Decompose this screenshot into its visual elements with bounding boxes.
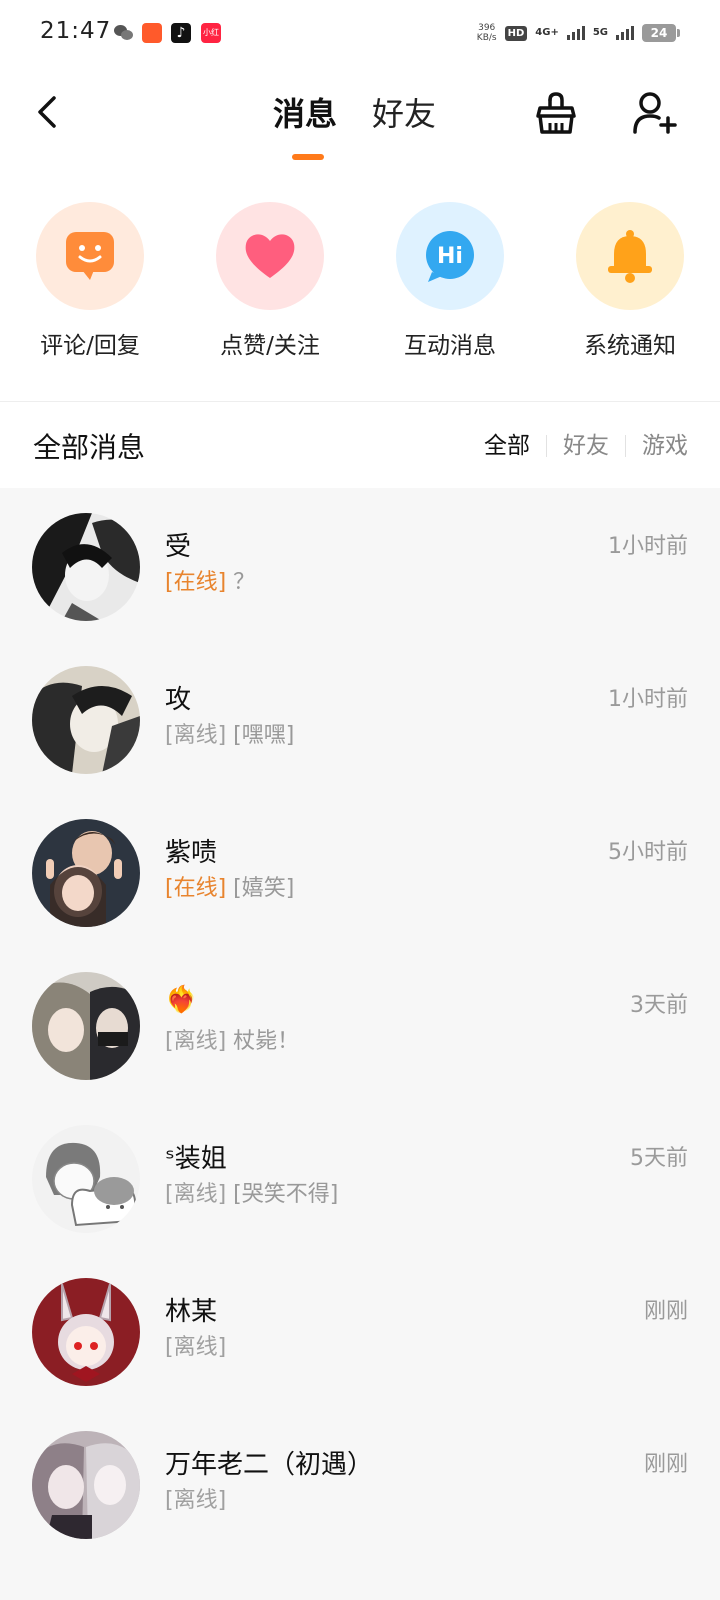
add-friend-icon[interactable] — [632, 90, 678, 136]
section-title: 全部消息 — [33, 431, 146, 464]
message-preview: [离线] [哭笑不得] — [165, 1176, 338, 1208]
last-message: [嬉笑] — [233, 876, 295, 901]
contact-name: 受 — [165, 532, 192, 562]
avatar[interactable] — [32, 972, 140, 1080]
contact-name: 万年老二（初遇） — [165, 1450, 374, 1480]
back-arrow-icon[interactable] — [30, 92, 66, 132]
message-preview: [在线] [嬉笑] — [165, 870, 294, 902]
avatar[interactable] — [32, 1278, 140, 1386]
xiaohongshu-notification-icon: 小红书 — [201, 23, 221, 57]
conversation-row[interactable]: ❤‍🔥 [离线] 杖毙！ 3天前 — [0, 947, 720, 1103]
conversation-row[interactable]: 紫啧 [在线] [嬉笑] 5小时前 — [0, 794, 720, 950]
conversation-row[interactable]: ˢ装姐 [离线] [哭笑不得] 5天前 — [0, 1100, 720, 1256]
active-tab-indicator — [292, 154, 324, 160]
offline-status: [离线] — [165, 1029, 227, 1054]
message-time: 刚刚 — [643, 1452, 688, 1477]
online-status: [在线] — [165, 876, 227, 901]
quick-entry-label: 互动消息 — [404, 333, 496, 359]
message-time: 5小时前 — [608, 840, 688, 865]
offline-status: [离线] — [165, 1488, 227, 1513]
top-nav: 消息 好友 — [0, 64, 720, 174]
signal-icon-2 — [616, 26, 634, 40]
message-preview: [离线] 杖毙！ — [165, 1023, 299, 1055]
message-filter: 全部 好友 游戏 — [468, 432, 688, 460]
avatar[interactable] — [32, 513, 140, 621]
message-preview: [离线] [嘿嘿] — [165, 717, 294, 749]
tab-messages[interactable]: 消息 — [273, 92, 337, 136]
bell-icon — [576, 202, 684, 310]
tab-friends[interactable]: 好友 — [372, 92, 436, 136]
quick-entry-label: 系统通知 — [584, 333, 676, 359]
avatar[interactable] — [32, 819, 140, 927]
message-preview: [离线] — [165, 1482, 226, 1514]
offline-status: [离线] — [165, 1335, 227, 1360]
message-time: 1小时前 — [608, 687, 688, 712]
message-time: 5天前 — [630, 1146, 688, 1171]
contact-name: 林某 — [165, 1297, 218, 1327]
avatar[interactable] — [32, 1431, 140, 1539]
status-time: 21:47 — [40, 18, 112, 44]
conversation-row[interactable]: 万年老二（初遇） [离线] 刚刚 — [0, 1406, 720, 1562]
avatar[interactable] — [32, 666, 140, 774]
messages-section-header: 全部消息 全部 好友 游戏 — [0, 402, 720, 488]
signal-icon — [566, 26, 585, 40]
conversation-row[interactable]: 受 [在线] ？ 1小时前 — [0, 488, 720, 644]
contact-name: ˢ装姐 — [165, 1144, 227, 1174]
message-preview: [在线] ？ — [165, 564, 255, 596]
wechat-notification-icon — [114, 23, 134, 43]
svg-text:Hi: Hi — [437, 244, 463, 269]
conversation-row[interactable]: 攻 [离线] [嘿嘿] 1小时前 — [0, 641, 720, 797]
broom-clean-icon[interactable] — [534, 90, 578, 136]
last-message: [哭笑不得] — [233, 1182, 339, 1207]
comment-icon — [36, 202, 144, 310]
message-time: 1小时前 — [608, 534, 688, 559]
filter-all[interactable]: 全部 — [468, 432, 546, 460]
last-message: ？ — [233, 570, 256, 595]
quick-entry-label: 点赞/关注 — [220, 333, 320, 359]
conversation-list: 受 [在线] ？ 1小时前 攻 [离线] [嘿嘿] 1小时前 紫啧 [在线] [… — [0, 488, 720, 1600]
tiktok-notification-icon: ♪ — [171, 23, 191, 43]
heart-icon — [216, 202, 324, 310]
filter-friends[interactable]: 好友 — [547, 432, 625, 460]
online-status: [在线] — [165, 570, 227, 595]
network-type-4g: 4G+ — [535, 27, 559, 38]
message-time: 3天前 — [630, 993, 688, 1018]
quick-entry-label: 评论/回复 — [40, 333, 140, 359]
status-bar: 21:47 ♪ 小红书 396 KB/s HD 4G+ 5G 24 — [0, 0, 720, 64]
quick-entry-comments[interactable]: 评论/回复 — [10, 202, 170, 360]
quick-entry-system[interactable]: 系统通知 — [550, 202, 710, 360]
battery-icon: 24 — [642, 24, 680, 42]
quick-entry-likes[interactable]: 点赞/关注 — [190, 202, 350, 360]
network-speed: 396 KB/s — [476, 23, 497, 43]
hd-voice-icon: HD — [504, 25, 528, 41]
offline-status: [离线] — [165, 1182, 227, 1207]
quick-entry-bar: 评论/回复 点赞/关注 Hi 互动消息 系统通知 — [0, 174, 720, 402]
offline-status: [离线] — [165, 723, 227, 748]
contact-name: ❤‍🔥 — [165, 985, 198, 1015]
network-type-5g: 5G — [592, 27, 608, 38]
last-message: [嘿嘿] — [233, 723, 295, 748]
message-time: 刚刚 — [643, 1299, 688, 1324]
hi-icon: Hi — [396, 202, 504, 310]
filter-games[interactable]: 游戏 — [626, 432, 688, 460]
contact-name: 攻 — [165, 685, 192, 715]
kuaishou-notification-icon — [142, 23, 162, 43]
conversation-row[interactable]: 林某 [离线] 刚刚 — [0, 1253, 720, 1409]
contact-name: 紫啧 — [165, 838, 218, 868]
message-preview: [离线] — [165, 1329, 226, 1361]
last-message: 杖毙！ — [233, 1029, 300, 1054]
quick-entry-interactions[interactable]: Hi 互动消息 — [370, 202, 530, 360]
status-indicators: 396 KB/s HD 4G+ 5G 24 — [476, 20, 680, 46]
avatar[interactable] — [32, 1125, 140, 1233]
